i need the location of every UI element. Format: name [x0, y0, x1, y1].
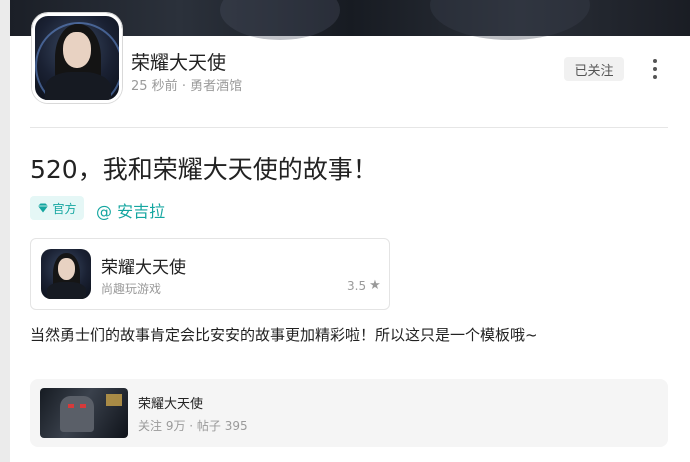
forum-card[interactable]: 荣耀大天使 关注 9万 · 帖子 395	[30, 379, 668, 447]
official-badge: 官方	[30, 196, 84, 220]
game-name: 荣耀大天使	[101, 258, 186, 278]
game-developer: 尚趣玩游戏	[101, 282, 162, 296]
forum-thumbnail	[40, 388, 128, 438]
mention-link[interactable]: @ 安吉拉	[96, 198, 165, 222]
game-rating: 3.5 ★	[347, 278, 381, 293]
post-card: 荣耀大天使 25 秒前 · 勇者酒馆 已关注 520，我和荣耀大天使的故事！ 官…	[10, 0, 690, 462]
author-avatar[interactable]	[32, 13, 122, 103]
post-title: 520，我和荣耀大天使的故事！	[30, 155, 378, 184]
post-time: 25 秒前	[131, 79, 178, 94]
game-card[interactable]: 荣耀大天使 尚趣玩游戏 3.5 ★	[30, 238, 390, 310]
post-body: 当然勇士们的故事肯定会比安安的故事更加精彩啦！所以这只是一个模板哦~	[30, 326, 538, 344]
forum-stats: 关注 9万 · 帖子 395	[138, 419, 248, 433]
game-icon	[41, 249, 91, 299]
official-badge-label: 官方	[52, 201, 77, 216]
forum-name: 荣耀大天使	[138, 397, 204, 412]
follow-button[interactable]: 已关注	[564, 57, 624, 81]
star-icon: ★	[369, 278, 381, 293]
forum-link[interactable]: · 勇者酒馆	[182, 79, 242, 94]
divider	[30, 127, 668, 128]
diamond-icon	[38, 203, 49, 213]
game-rating-value: 3.5	[347, 278, 367, 293]
more-vertical-icon[interactable]	[650, 59, 660, 79]
author-name[interactable]: 荣耀大天使	[131, 48, 226, 75]
author-meta: 25 秒前 · 勇者酒馆	[131, 75, 242, 94]
